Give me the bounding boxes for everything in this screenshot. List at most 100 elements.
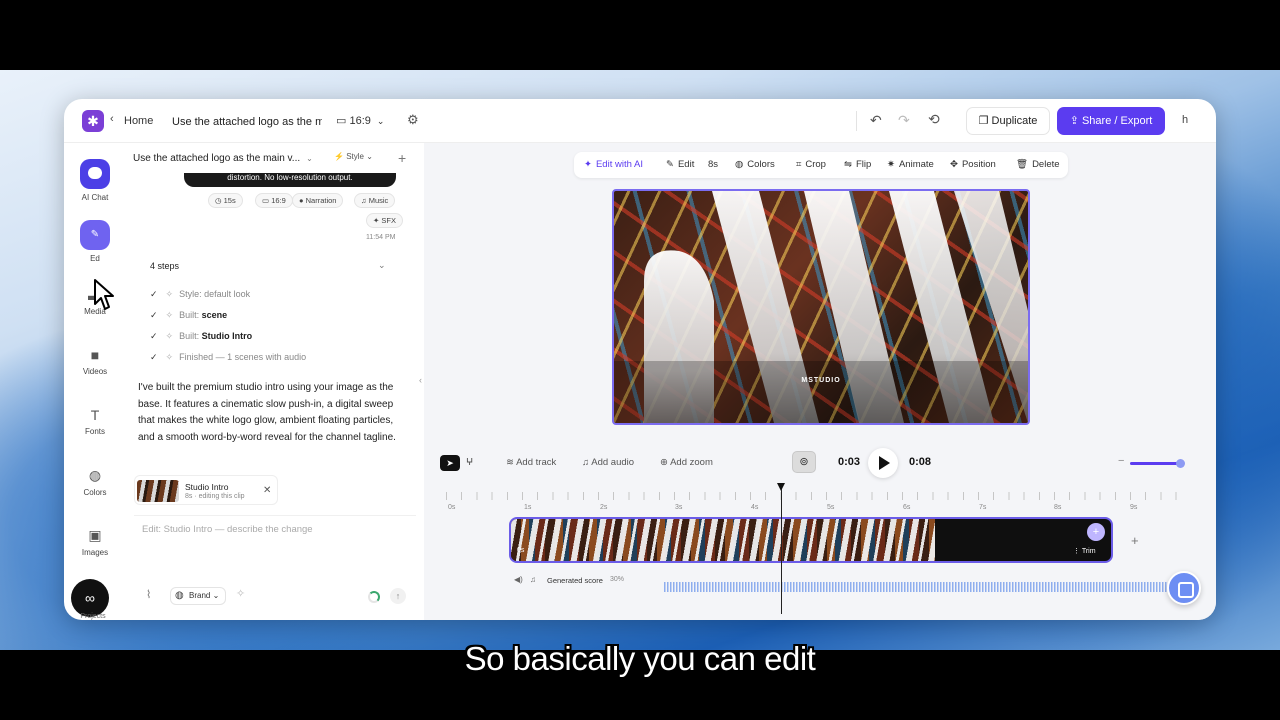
send-arrow-icon[interactable]: ↑ [390, 588, 406, 604]
mouse-cursor-icon [94, 279, 114, 310]
home-link[interactable]: Home [124, 115, 153, 127]
split-tool-icon[interactable]: ⵖ [466, 457, 473, 468]
avatar[interactable]: h [1182, 114, 1188, 126]
animate-button[interactable]: ✷ Animate [887, 159, 934, 170]
tick-label: 9s [1130, 504, 1138, 511]
style-dropdown[interactable]: ⚡ Style ⌄ [334, 152, 373, 161]
chip-sfx: ✦ SFX [366, 213, 403, 228]
copy-icon: ❐ [978, 115, 989, 127]
undo-icon[interactable]: ↶ [870, 112, 882, 129]
chat-thread-title-text: Use the attached logo as the main v... [133, 153, 301, 164]
audio-volume: 30% [610, 576, 625, 583]
aspect-ratio-value: 16:9 [349, 115, 371, 127]
steps-title[interactable]: 4 steps [150, 261, 179, 271]
settings-gear-icon[interactable]: ⚙ [407, 112, 419, 128]
message-timestamp: 11:54 PM [366, 234, 396, 241]
tool-label: Edit [677, 159, 695, 170]
sparkle-icon: ✦ [373, 216, 380, 225]
chevron-down-icon: ⌄ [306, 154, 313, 163]
edit-with-ai-button[interactable]: ✦ Edit with AI [584, 159, 643, 170]
video-clip-track[interactable]: 0s + ⋮ Trim [509, 517, 1113, 563]
tick-label: 0s [448, 504, 456, 511]
aspect-ratio-select[interactable]: ▭ 16:9 ⌄ [336, 114, 384, 127]
chevron-down-icon[interactable]: ⌄ [378, 260, 386, 271]
style-label: Style [346, 152, 364, 161]
colors-button[interactable]: ◍ Colors [735, 159, 775, 170]
rail-label: AI Chat [81, 193, 109, 202]
brand-dropdown[interactable]: ◍ Brand ⌄ [170, 587, 226, 605]
step-item: ✓ ✧ Built: Studio Intro [150, 331, 252, 342]
add-audio-button[interactable]: ♫ Add audio [582, 457, 634, 468]
add-zoom-button[interactable]: ⊕ Add zoom [660, 457, 713, 468]
new-chat-plus-icon[interactable]: + [398, 150, 406, 166]
delete-button[interactable]: 🗑 Delete [1016, 159, 1060, 170]
audio-track[interactable]: ◀) ♫ Generated score 30% [514, 574, 1204, 596]
redo-icon[interactable]: ↷ [898, 112, 910, 129]
pointer-tool-icon[interactable]: ➤ [440, 455, 460, 471]
flip-button[interactable]: ⇋ Flip [844, 159, 871, 170]
position-button[interactable]: ✥ Position [950, 159, 996, 170]
editor-canvas-area: ✦ Edit with AI ✎ Edit 8s ◍ Colors ⌗ Crop ⇋ Fl… [424, 143, 1216, 620]
projects-button[interactable]: ∞ [71, 579, 109, 617]
step-text: Style: default look [179, 289, 251, 299]
video-preview[interactable]: MSTUDIO [612, 189, 1030, 425]
add-clip-plus-icon[interactable]: + [1131, 533, 1139, 548]
rail-label: Images [81, 548, 109, 557]
rail-item-edit[interactable]: ✎ Ed [64, 220, 126, 263]
zoom-out-icon[interactable]: − [1118, 455, 1124, 467]
support-chat-icon[interactable] [1167, 571, 1201, 605]
rail-item-fonts[interactable]: T Fonts [64, 407, 126, 436]
zoom-slider-track[interactable] [1130, 462, 1182, 465]
ai-chat-panel: Use the attached logo as the main v... ⌄ … [126, 143, 482, 620]
chat-input[interactable] [142, 524, 402, 535]
timeline-ruler[interactable]: 0s 1s 2s 3s 4s 5s 6s 7s 8s 9s [446, 488, 1186, 516]
rail-item-images[interactable]: ▣ Images [64, 527, 126, 557]
loading-spinner-icon [368, 591, 380, 603]
rail-label: Videos [82, 367, 108, 376]
chip-aspect: ▭ 16:9 [255, 193, 293, 208]
add-clip-sparkle-icon[interactable]: + [1087, 523, 1105, 541]
magic-wand-icon[interactable]: ✧ [236, 587, 245, 600]
project-title[interactable]: Use the attached logo as the m... [172, 116, 322, 128]
edit-button[interactable]: ✎ Edit [666, 159, 694, 170]
crop-button[interactable]: ⌗ Crop [796, 159, 826, 170]
play-button[interactable] [868, 448, 898, 478]
back-chevron-icon[interactable]: ‹ [110, 113, 114, 125]
step-text: Built: [179, 310, 202, 320]
current-time: 0:03 [838, 456, 861, 468]
chat-thread-title[interactable]: Use the attached logo as the main v... ⌄ [133, 153, 313, 164]
snap-magnet-icon[interactable]: ⊚ [792, 451, 816, 473]
app-logo-icon[interactable]: ✱ [82, 110, 104, 132]
duplicate-label: Duplicate [991, 115, 1038, 127]
share-export-button[interactable]: ⇪ Share / Export [1057, 107, 1165, 135]
rail-item-ai-chat[interactable]: AI Chat [64, 159, 126, 202]
clip-subtitle: 8s · editing this clip [185, 493, 245, 500]
collapse-panel-chevron-icon[interactable]: ‹ [419, 375, 422, 385]
volume-icon[interactable]: ◀) [514, 575, 523, 584]
rail-label: Ed [90, 254, 100, 263]
sparkle-icon: ✧ [165, 289, 174, 299]
paperclip-icon[interactable]: ⌇ [146, 588, 151, 601]
tick-label: 5s [827, 504, 835, 511]
duplicate-button[interactable]: ❐ Duplicate [966, 107, 1050, 135]
zoom-slider-handle[interactable] [1176, 459, 1185, 468]
chip-music: ♫ Music [354, 193, 396, 208]
chip-label: Music [368, 196, 389, 205]
duration-value[interactable]: 8s [708, 159, 718, 170]
trim-handle[interactable]: ⋮ Trim [1073, 547, 1096, 555]
divider [856, 111, 857, 131]
close-icon[interactable]: ✕ [263, 485, 271, 496]
clip-context-card[interactable]: Studio Intro 8s · editing this clip ✕ [134, 475, 278, 505]
add-track-button[interactable]: ≋ Add track [506, 457, 556, 468]
rail-item-videos[interactable]: ■ Videos [64, 347, 126, 376]
trim-label: Trim [1081, 548, 1096, 555]
app-window: ✱ ‹ Home Use the attached logo as the m.… [64, 99, 1216, 620]
music-note-icon: ♫ [530, 575, 536, 584]
playhead-line[interactable] [781, 489, 782, 614]
tick-label: 8s [1054, 504, 1062, 511]
history-icon[interactable]: ⟲ [928, 111, 940, 128]
chip-label: Narration [305, 196, 337, 205]
rail-item-colors[interactable]: ◍ Colors [64, 467, 126, 497]
steps-card: 4 steps ⌄ ✓ ✧ Style: default look ✓ ✧ Built:… [142, 255, 398, 368]
tick-label: 3s [675, 504, 683, 511]
